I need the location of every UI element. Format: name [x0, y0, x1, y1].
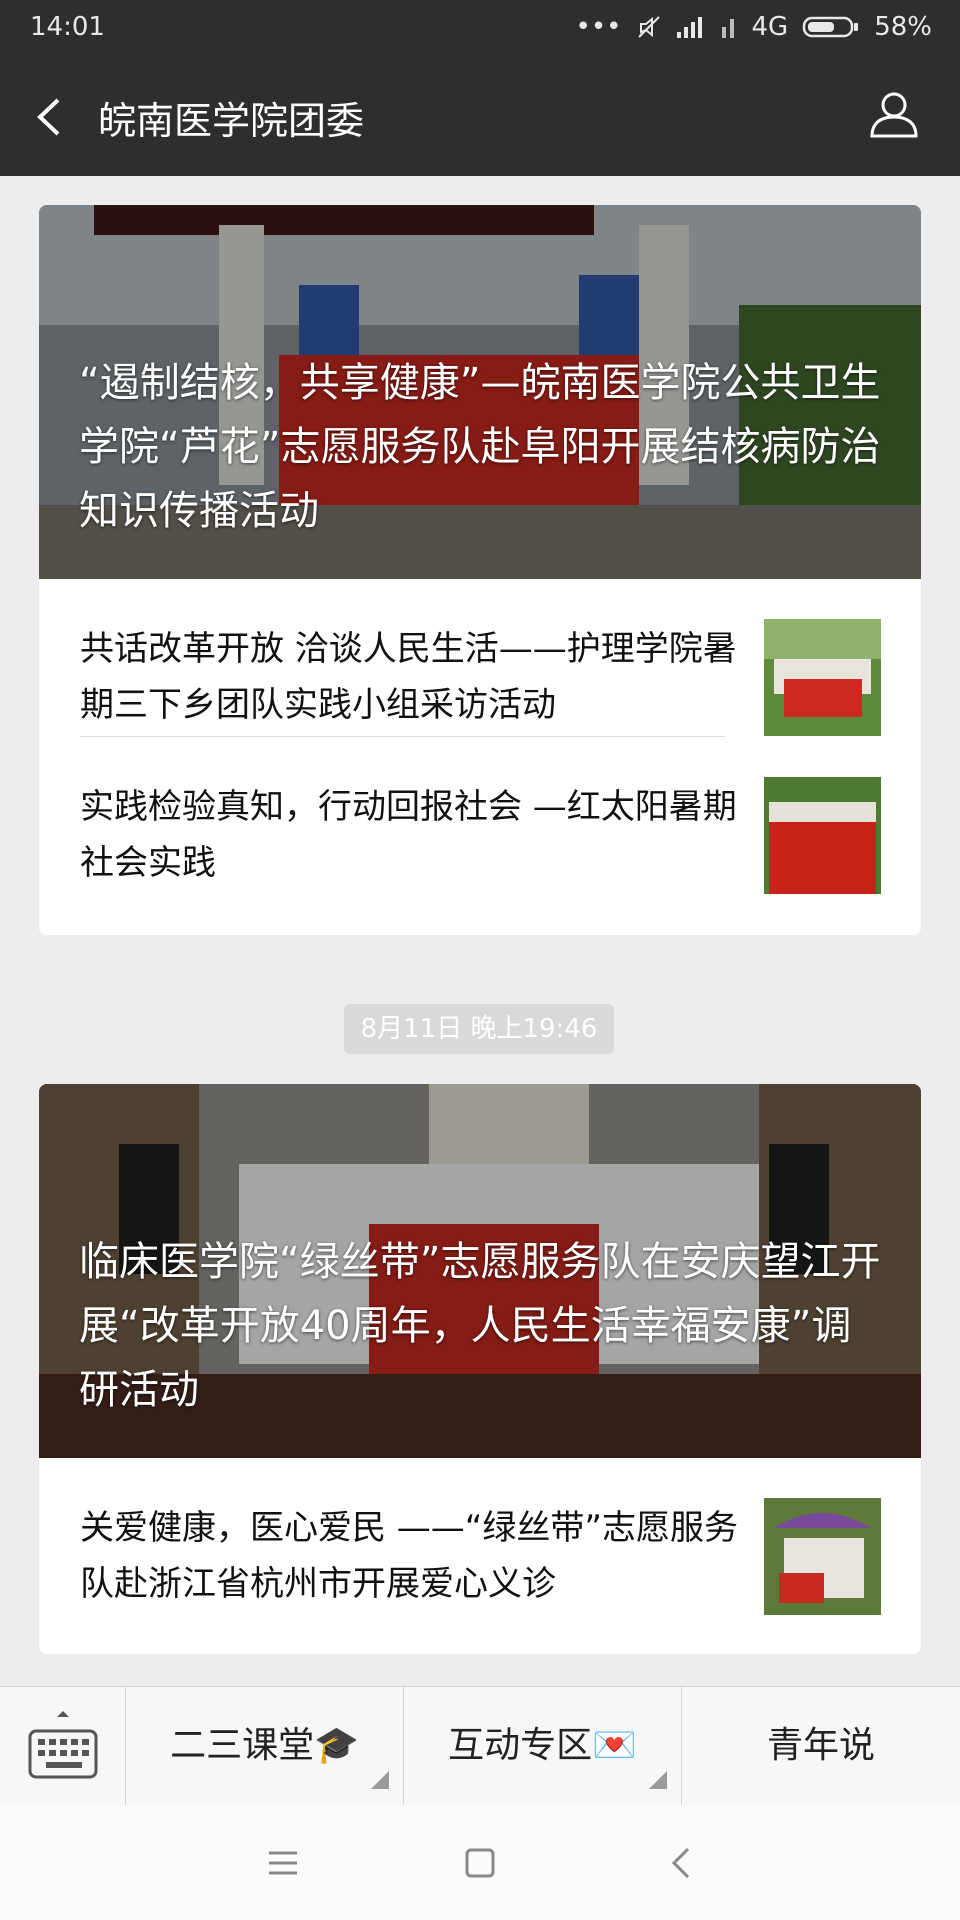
article-title: 实践检验真知，行动回报社会 —红太阳暑期社会实践	[80, 787, 737, 883]
network-label: 4G	[751, 12, 789, 42]
article-list-item[interactable]: 共话改革开放 洽谈人民生活——护理学院暑期三下乡团队实践小组采访活动	[39, 579, 921, 737]
battery-icon	[802, 16, 859, 38]
hero-article-title: “遏制结核，共享健康”—皖南医学院公共卫生学院“芦花”志愿服务队赴阜阳开展结核病…	[79, 360, 881, 534]
status-time: 14:01	[30, 12, 105, 42]
article-title: 关爱健康，医心爱民 ——“绿丝带”志愿服务队赴浙江省杭州市开展爱心义诊	[80, 1508, 739, 1604]
article-thumbnail	[764, 619, 881, 736]
menu-item-interaction-zone[interactable]: 互动专区💌	[404, 1687, 682, 1805]
hero-article[interactable]: 临床医学院“绿丝带”志愿服务队在安庆望江开展“改革开放40周年，人民生活幸福安康…	[39, 1084, 921, 1458]
back-icon[interactable]	[30, 92, 70, 142]
more-dots-icon: •••	[575, 12, 622, 42]
article-thumbnail	[764, 1498, 881, 1615]
article-group-card: 临床医学院“绿丝带”志愿服务队在安庆望江开展“改革开放40周年，人民生活幸福安康…	[39, 1084, 921, 1654]
keyboard-icon	[28, 1711, 98, 1779]
date-badge: 8月11日 晚上19:46	[344, 1004, 614, 1054]
article-list-item[interactable]: 实践检验真知，行动回报社会 —红太阳暑期社会实践	[39, 737, 921, 895]
menu-item-youth-talk[interactable]: 青年说	[682, 1687, 960, 1805]
menu-item-label: 互动专区💌	[448, 1725, 637, 1766]
signal-secondary-icon	[721, 19, 734, 38]
submenu-indicator-icon	[371, 1771, 389, 1789]
signal-icon	[676, 17, 702, 38]
mute-icon	[637, 16, 660, 38]
menu-item-ersan-classroom[interactable]: 二三课堂🎓	[126, 1687, 404, 1805]
article-list-item[interactable]: 关爱健康，医心爱民 ——“绿丝带”志愿服务队赴浙江省杭州市开展爱心义诊	[39, 1458, 921, 1616]
menu-item-label: 青年说	[766, 1725, 875, 1766]
back-nav-icon[interactable]	[662, 1843, 702, 1883]
system-nav-bar	[0, 1805, 960, 1920]
menu-item-label: 二三课堂🎓	[170, 1725, 359, 1766]
status-bar: 14:01 ••• 4G 58%	[0, 0, 960, 58]
hero-article[interactable]: “遏制结核，共享健康”—皖南医学院公共卫生学院“芦花”志愿服务队赴阜阳开展结核病…	[39, 205, 921, 579]
keyboard-toggle-button[interactable]	[0, 1687, 126, 1805]
article-group-card: “遏制结核，共享健康”—皖南医学院公共卫生学院“芦花”志愿服务队赴阜阳开展结核病…	[39, 205, 921, 935]
article-title: 共话改革开放 洽谈人民生活——护理学院暑期三下乡团队实践小组采访活动	[80, 629, 737, 725]
article-thumbnail	[764, 777, 881, 894]
submenu-indicator-icon	[649, 1771, 667, 1789]
nav-bar: 皖南医学院团委	[0, 58, 960, 176]
home-icon[interactable]	[460, 1843, 500, 1883]
page-title: 皖南医学院团委	[98, 99, 365, 143]
user-profile-icon[interactable]	[868, 88, 920, 140]
custom-menu-bar: 二三课堂🎓 互动专区💌 青年说	[0, 1686, 960, 1805]
hero-article-title: 临床医学院“绿丝带”志愿服务队在安庆望江开展“改革开放40周年，人民生活幸福安康…	[79, 1239, 881, 1413]
menu-icon[interactable]	[263, 1843, 303, 1883]
status-icons: ••• 4G 58%	[575, 12, 932, 42]
battery-level: 58%	[874, 12, 932, 42]
